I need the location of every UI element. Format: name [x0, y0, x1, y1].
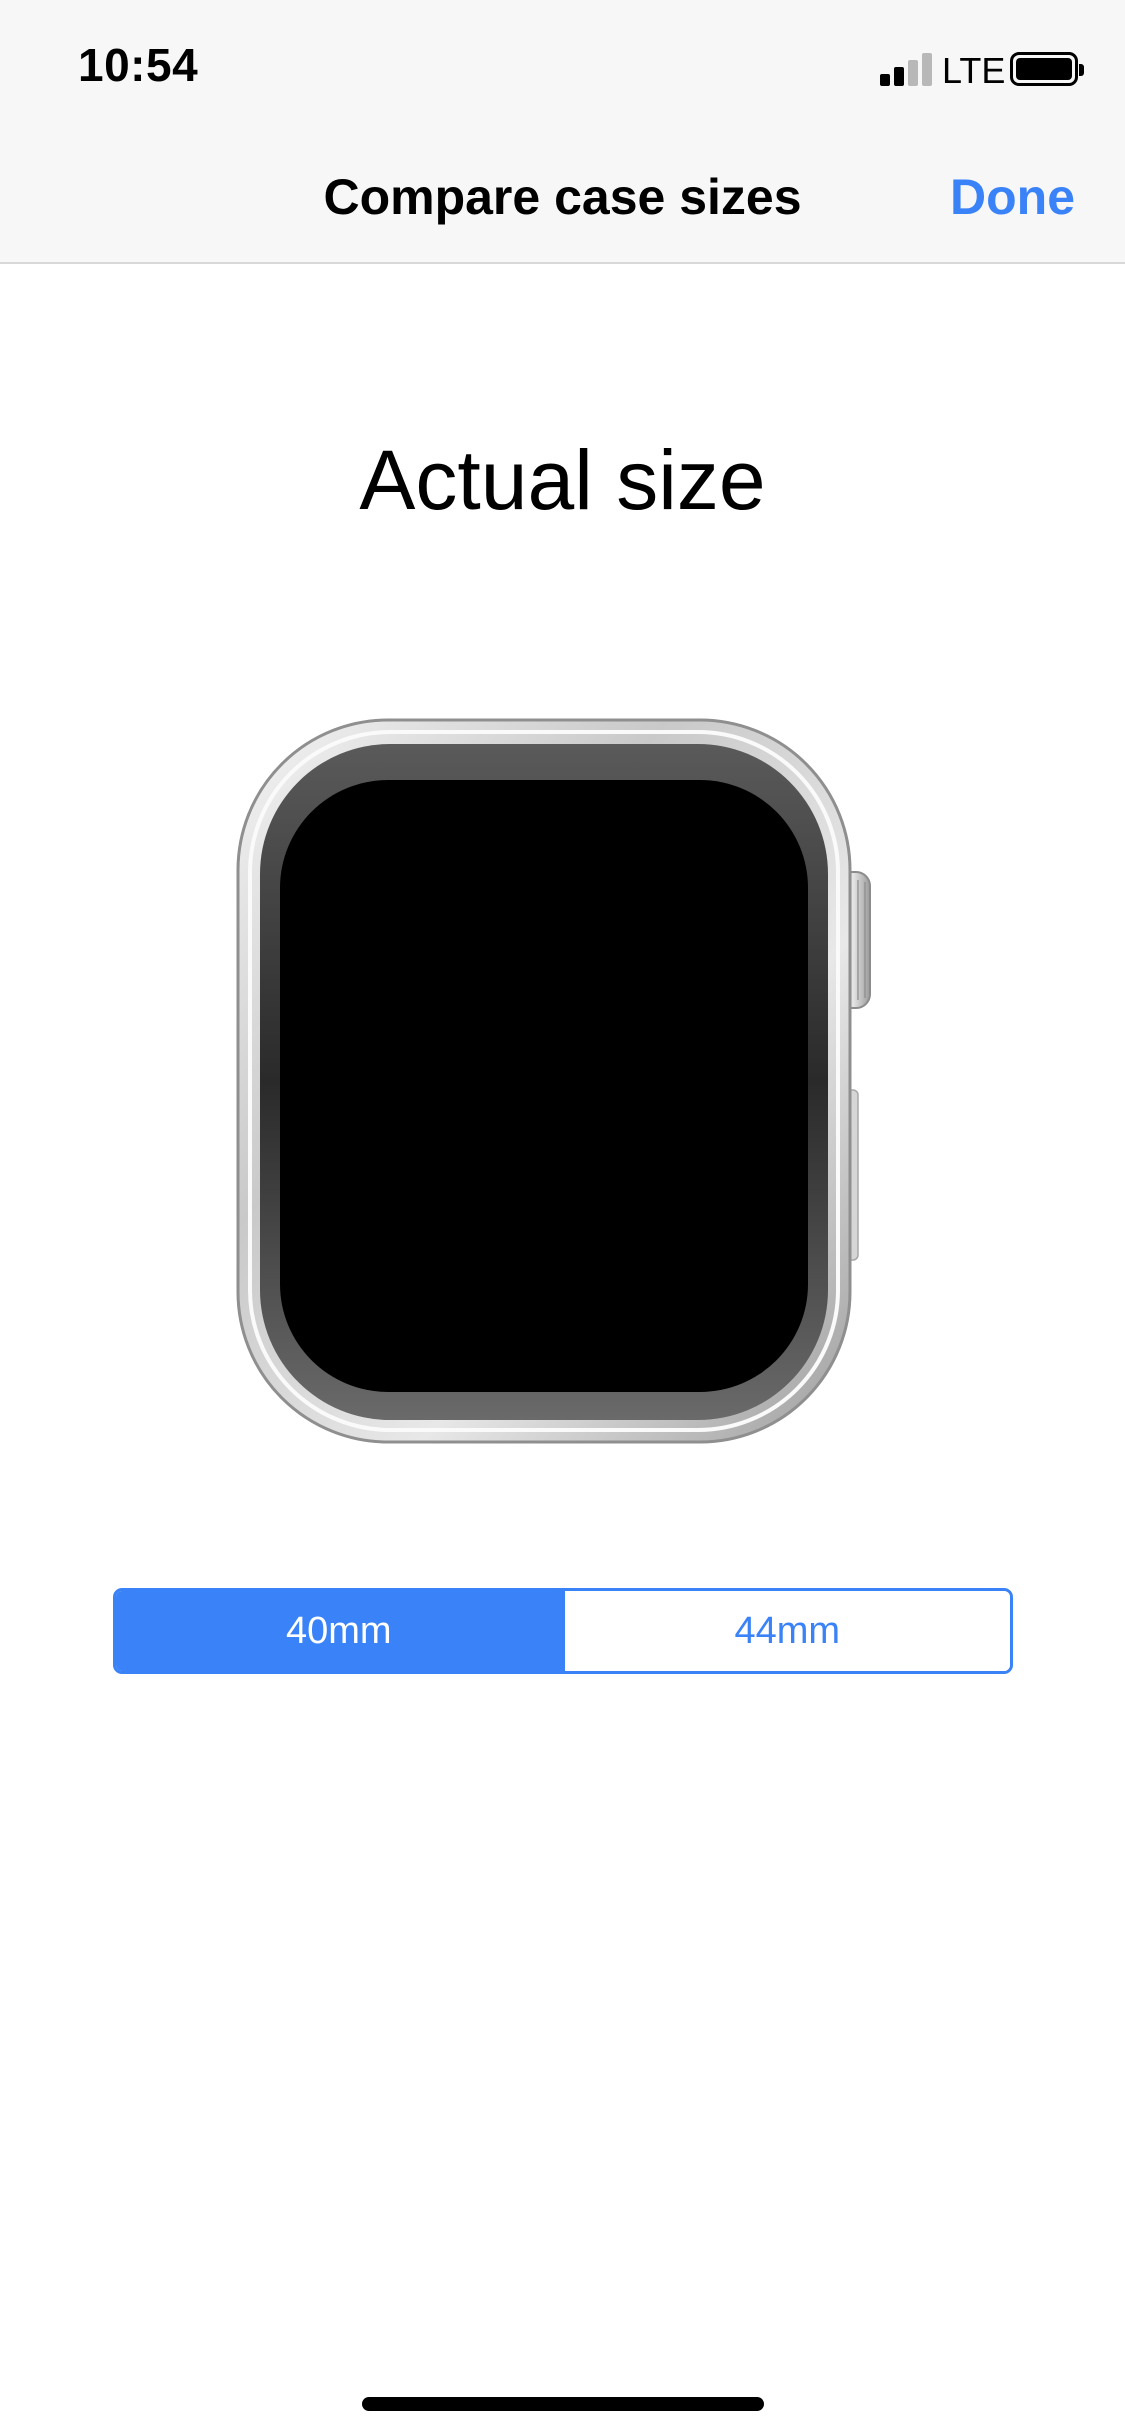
watch-screen: [280, 780, 808, 1392]
signal-bar: [894, 67, 904, 86]
battery-fill: [1016, 58, 1072, 80]
signal-bar: [908, 60, 918, 86]
case-size-selector[interactable]: 40mm 44mm: [113, 1588, 1013, 1674]
segment-40mm[interactable]: 40mm: [116, 1591, 562, 1671]
network-type-label: LTE: [942, 50, 1006, 91]
done-button[interactable]: Done: [950, 168, 1075, 226]
segment-44mm[interactable]: 44mm: [561, 1591, 1010, 1671]
page-heading: Actual size: [359, 433, 766, 527]
top-bar-background: 10:54 LTE Compare case sizes Done: [0, 0, 1125, 264]
signal-bar: [922, 53, 932, 86]
status-time: 10:54: [78, 39, 199, 91]
battery-icon: [1010, 52, 1084, 86]
home-indicator[interactable]: [362, 2397, 764, 2411]
status-bar: 10:54 LTE: [0, 0, 1125, 132]
apple-watch-case-image: [236, 718, 871, 1444]
navigation-bar: Compare case sizes Done: [0, 132, 1125, 264]
battery-nub: [1079, 64, 1084, 76]
signal-bar: [880, 74, 890, 86]
cellular-signal-icon: [880, 52, 936, 86]
